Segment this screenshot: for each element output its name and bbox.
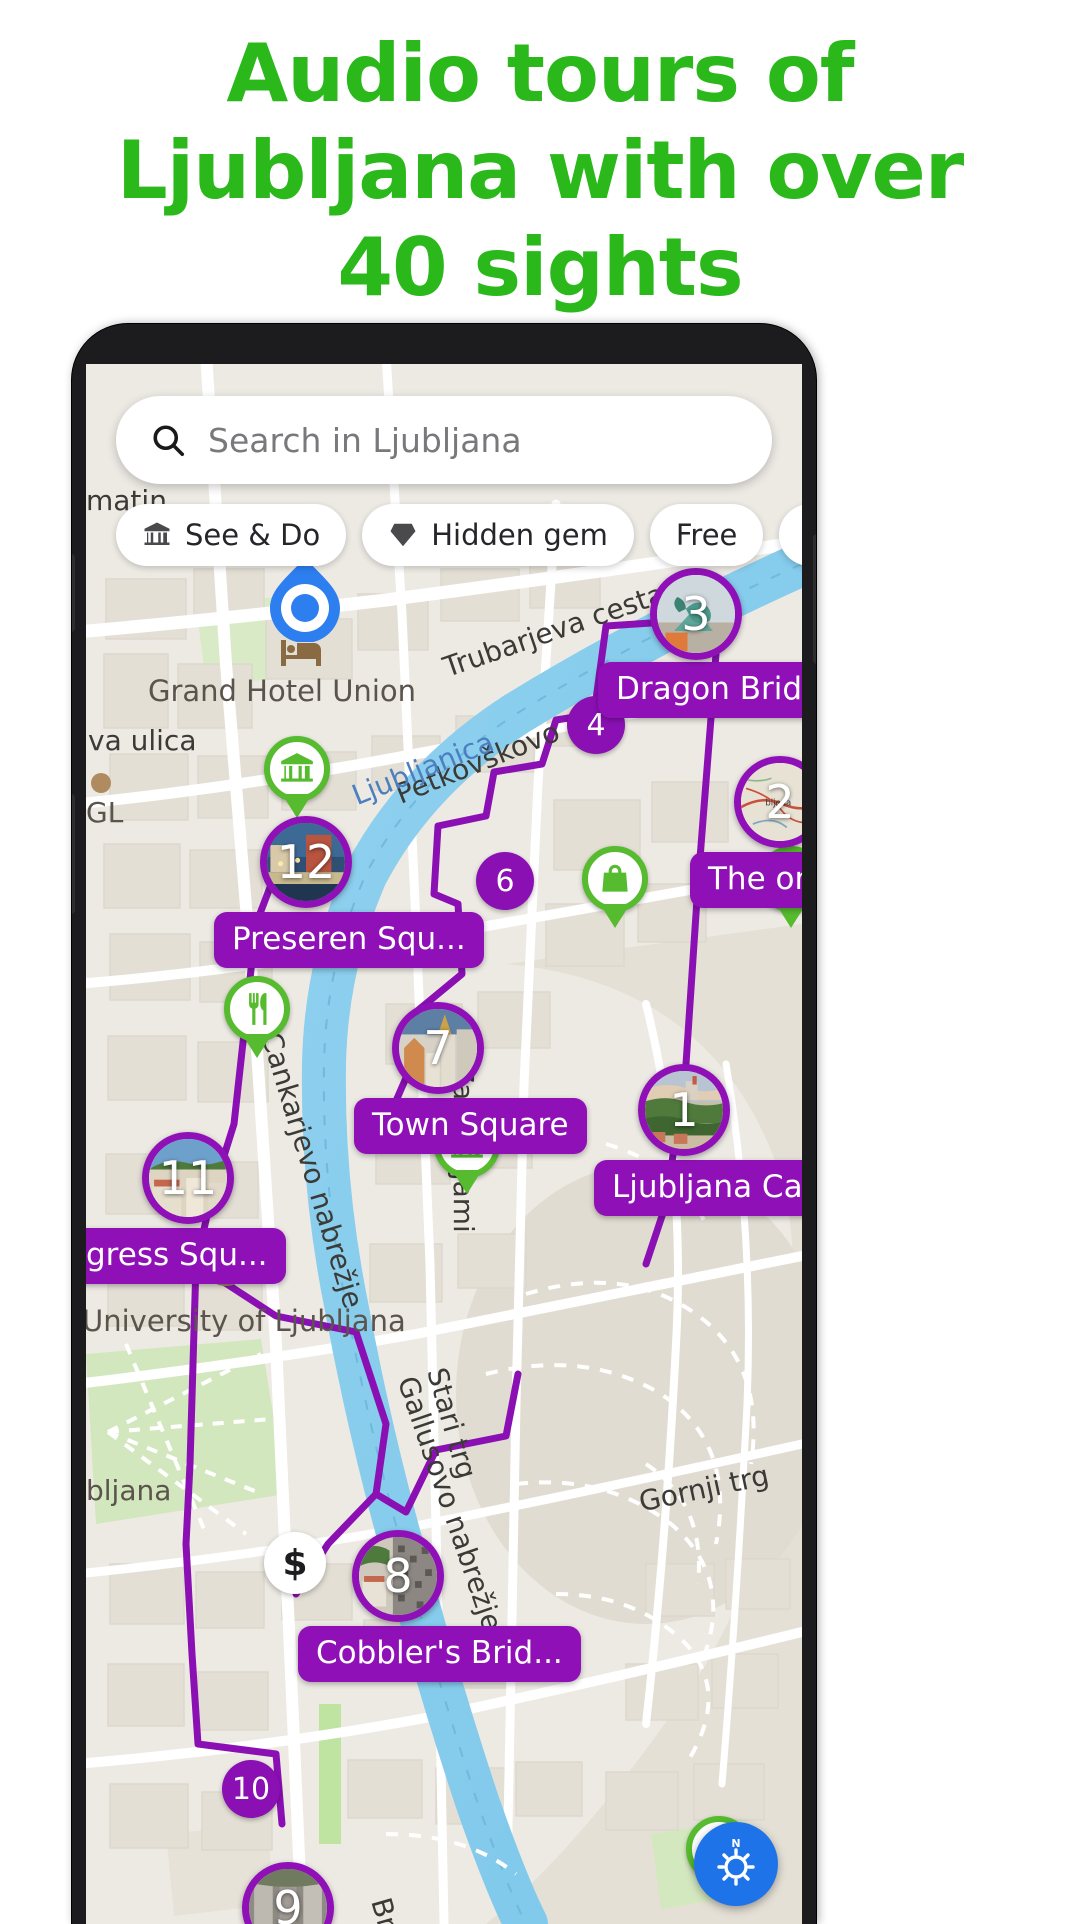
tour-stop-number: 1 (669, 1083, 699, 1137)
tour-stop-9[interactable]: 9 (242, 1862, 334, 1924)
phone-button-power (813, 534, 816, 664)
restaurant-pin-1[interactable] (224, 976, 290, 1058)
tour-stop-number: 11 (158, 1151, 218, 1205)
filter-chip-label: Hidden gem (431, 518, 608, 552)
tour-stop-photo: 7 (392, 1002, 484, 1094)
tour-stop-11[interactable]: 11 (142, 1132, 234, 1224)
tour-stop-3[interactable]: 3 (650, 568, 742, 660)
tour-stop-photo: 9 (242, 1862, 334, 1924)
tour-stop-8[interactable]: 8 (352, 1530, 444, 1622)
pin-tail (600, 904, 630, 928)
tour-stop-10[interactable]: 10 (222, 1760, 280, 1818)
tour-stop-number: 7 (423, 1021, 453, 1075)
compass-button[interactable]: N (694, 1822, 778, 1906)
museum-pin-1[interactable] (264, 736, 330, 818)
tour-stop-photo: bljena 2 (734, 756, 802, 848)
tour-stop-12[interactable]: 12 (260, 816, 352, 908)
compass-icon: N (706, 1834, 766, 1894)
tour-stop-photo: 1 (638, 1064, 730, 1156)
search-placeholder: Search in Ljubljana (208, 420, 522, 460)
restaurant-icon (249, 993, 267, 1025)
tour-stop-number: 2 (765, 775, 795, 829)
phone-frame: Trubarjeva cesta Petkovškovo nabrežje va… (72, 324, 816, 1924)
place-label-bljana: bljana (86, 1474, 172, 1507)
place-label-grand-hotel-union: Grand Hotel Union (148, 674, 416, 708)
compass-north-letter: N (731, 1837, 740, 1850)
tour-stop-photo: 12 (260, 816, 352, 908)
tour-stop-label-preseren[interactable]: Preseren Squ... (214, 912, 484, 968)
filter-chip-row[interactable]: See & Do Hidden gem Free Eat Sh (116, 504, 802, 566)
pin-circle (264, 736, 330, 802)
tour-stop-1[interactable]: 1 (638, 1064, 730, 1156)
pin-tail (452, 1170, 482, 1194)
shop-pin-1[interactable] (582, 846, 648, 928)
pin-circle (224, 976, 290, 1042)
tour-stop-2[interactable]: bljena 2 (734, 756, 802, 848)
phone-button-volume-up (72, 554, 75, 632)
tour-stop-label-congress-square[interactable]: gress Squ... (86, 1228, 286, 1284)
diamond-icon (390, 523, 416, 547)
search-input[interactable]: Search in Ljubljana (116, 396, 772, 484)
filter-chip-label: See & Do (185, 518, 321, 552)
tour-stop-7[interactable]: 7 (392, 1002, 484, 1094)
filter-chip-label: Free (675, 518, 738, 552)
phone-button-volume-down (72, 794, 75, 914)
pin-circle (582, 846, 648, 912)
pin-tail (242, 1034, 272, 1058)
filter-chip-see-and-do[interactable]: See & Do (116, 504, 347, 566)
phone-mockup: Trubarjeva cesta Petkovškovo nabrežje va… (72, 324, 816, 1924)
user-location-marker (268, 556, 342, 643)
price-marker[interactable]: $ (264, 1532, 326, 1594)
page-title: Audio tours of Ljubljana with over 40 si… (116, 27, 964, 314)
phone-screen: Trubarjeva cesta Petkovškovo nabrežje va… (86, 364, 802, 1924)
tour-stop-label-ljubljana-castle[interactable]: Ljubljana Cas... (594, 1160, 802, 1216)
tour-stop-photo: 11 (142, 1132, 234, 1224)
tour-stop-label-cobblers-bridge[interactable]: Cobbler's Brid... (298, 1626, 581, 1682)
shopping-bag-icon (602, 864, 628, 892)
tour-stop-6[interactable]: 6 (476, 852, 534, 910)
museum-icon (281, 753, 313, 782)
filter-chip-free[interactable]: Free (649, 504, 764, 566)
pin-tail (282, 794, 312, 818)
museum-icon (144, 522, 170, 545)
tour-stop-photo: 3 (650, 568, 742, 660)
street-label-va-ulica: va ulica (88, 724, 197, 757)
place-label-university: University of Ljubljana (86, 1304, 406, 1338)
tour-stop-number: 9 (273, 1881, 303, 1924)
tour-stop-number: 8 (383, 1549, 413, 1603)
tour-stop-label-town-square[interactable]: Town Square (354, 1098, 587, 1154)
tour-stop-number: 3 (681, 587, 711, 641)
filter-chip-eat[interactable]: Eat (779, 504, 802, 566)
filter-chip-hidden-gem[interactable]: Hidden gem (362, 504, 634, 566)
tour-stop-photo: 8 (352, 1530, 444, 1622)
tour-stop-label-dragon-bridge[interactable]: Dragon Bridge (598, 662, 802, 718)
tour-stop-label-origin[interactable]: The origin of (690, 852, 802, 908)
tour-stop-number: 12 (276, 835, 336, 889)
poi-dot-icon (86, 768, 116, 803)
search-icon (153, 425, 185, 457)
